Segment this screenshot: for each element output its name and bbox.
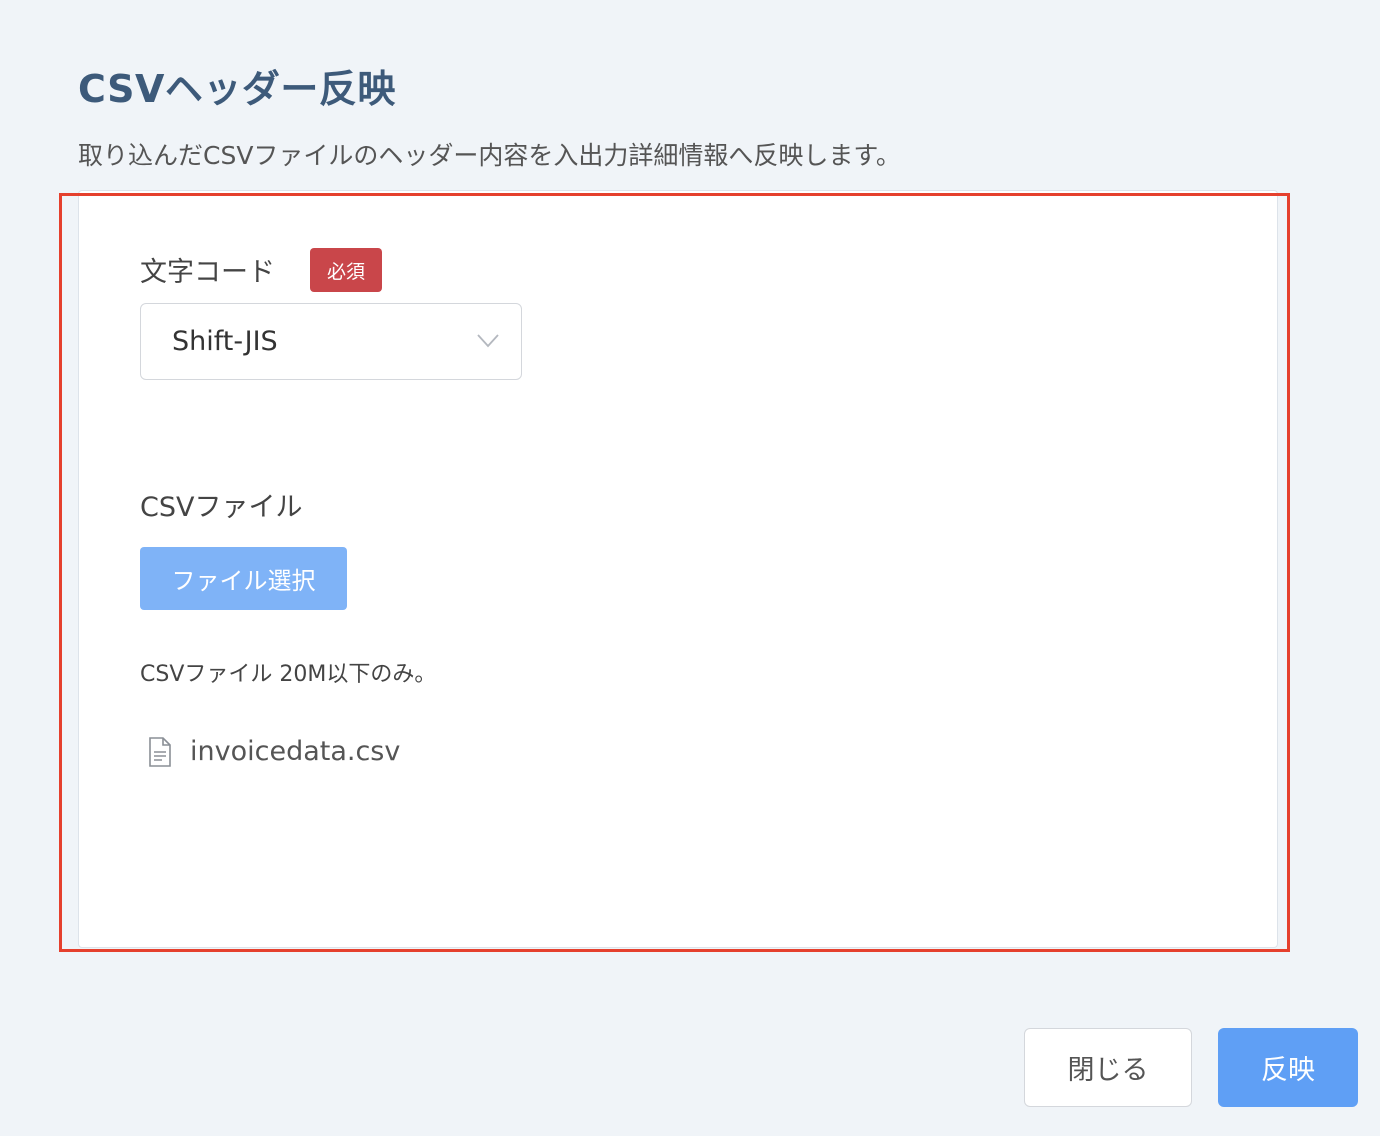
required-badge: 必須 xyxy=(310,248,382,292)
encoding-select-value: Shift-JIS xyxy=(172,326,278,357)
page-description: 取り込んだCSVファイルのヘッダー内容を入出力詳細情報へ反映します。 xyxy=(78,141,901,170)
chevron-down-icon xyxy=(477,334,499,348)
encoding-label: 文字コード xyxy=(140,257,275,288)
file-name: invoicedata.csv xyxy=(190,736,401,767)
apply-button[interactable]: 反映 xyxy=(1218,1028,1358,1107)
csv-file-label: CSVファイル xyxy=(140,492,303,523)
document-icon xyxy=(149,736,171,767)
encoding-select[interactable]: Shift-JIS xyxy=(140,303,522,380)
file-size-hint: CSVファイル 20M以下のみ。 xyxy=(140,662,437,687)
close-button[interactable]: 閉じる xyxy=(1024,1028,1192,1107)
page-title: CSVヘッダー反映 xyxy=(78,67,396,111)
file-select-button[interactable]: ファイル選択 xyxy=(140,547,347,610)
uploaded-file-item[interactable]: invoicedata.csv xyxy=(148,736,400,767)
